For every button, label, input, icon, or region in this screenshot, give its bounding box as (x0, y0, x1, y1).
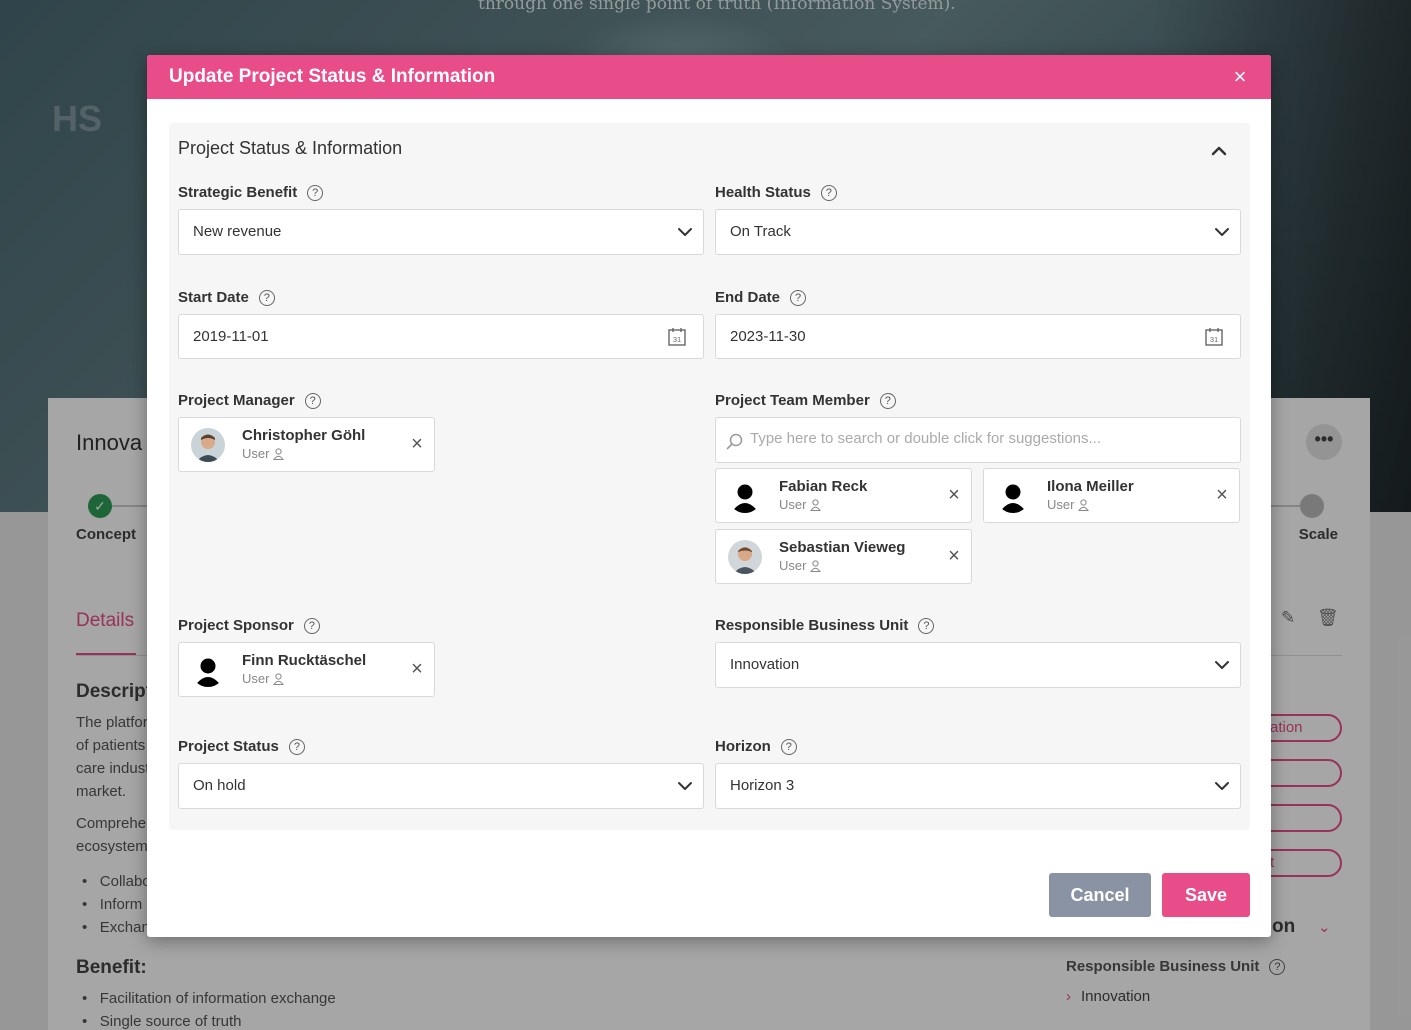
remove-icon[interactable]: × (408, 658, 426, 680)
help-icon[interactable]: ? (303, 618, 320, 634)
avatar-photo (191, 428, 225, 462)
chevron-up-icon[interactable] (1208, 140, 1230, 162)
team-member-search[interactable] (715, 417, 1241, 463)
dialog-header: Update Project Status & Information × (147, 55, 1271, 99)
update-project-dialog: Update Project Status & Information × Pr… (147, 55, 1271, 937)
team-member-chip[interactable]: Ilona Meiller User × (983, 468, 1240, 523)
strategic-benefit-select[interactable]: New revenue (178, 209, 704, 255)
project-manager-chip[interactable]: Christopher Göhl User × (178, 417, 435, 472)
chevron-down-icon (678, 782, 692, 790)
project-team-member-label: Project Team Member? (715, 392, 896, 409)
save-button[interactable]: Save (1162, 873, 1250, 917)
cancel-button[interactable]: Cancel (1049, 873, 1151, 917)
help-icon[interactable]: ? (918, 618, 935, 634)
health-status-label: Health Status? (715, 184, 837, 201)
remove-icon[interactable]: × (1213, 484, 1231, 506)
help-icon[interactable]: ? (304, 393, 321, 409)
svg-text:31: 31 (1210, 335, 1218, 344)
avatar-placeholder-icon (191, 653, 225, 687)
help-icon[interactable]: ? (288, 739, 305, 755)
calendar-icon[interactable]: 31 (667, 327, 687, 347)
user-icon (810, 560, 822, 572)
project-status-select[interactable]: On hold (178, 763, 704, 809)
svg-text:31: 31 (673, 335, 681, 344)
avatar-photo (728, 540, 762, 574)
select-value: On Track (730, 223, 791, 240)
person-name: Finn Rucktäschel (242, 652, 367, 669)
project-status-section: Project Status & Information Strategic B… (169, 123, 1250, 830)
help-icon[interactable]: ? (307, 185, 324, 201)
search-icon (726, 433, 743, 450)
horizon-label: Horizon? (715, 738, 797, 755)
select-value: New revenue (193, 223, 282, 240)
chevron-down-icon (1215, 661, 1229, 669)
strategic-benefit-label: Strategic Benefit? (178, 184, 324, 201)
team-member-chip[interactable]: Sebastian Vieweg User × (715, 529, 972, 584)
health-status-select[interactable]: On Track (715, 209, 1241, 255)
person-role: User (779, 558, 822, 573)
person-name: Fabian Reck (779, 478, 868, 495)
chevron-down-icon (1215, 782, 1229, 790)
user-icon (1078, 499, 1090, 511)
person-role: User (242, 671, 285, 686)
calendar-icon[interactable]: 31 (1204, 327, 1224, 347)
user-icon (273, 448, 285, 460)
person-role: User (1047, 497, 1090, 512)
person-role: User (242, 446, 285, 461)
user-icon (810, 499, 822, 511)
date-value: 2023-11-30 (730, 328, 806, 345)
select-value: Innovation (730, 656, 800, 673)
project-sponsor-label: Project Sponsor? (178, 617, 320, 634)
person-name: Ilona Meiller (1047, 478, 1134, 495)
chevron-down-icon (678, 228, 692, 236)
project-manager-label: Project Manager? (178, 392, 321, 409)
close-icon[interactable]: × (1227, 64, 1253, 90)
help-icon[interactable]: ? (780, 739, 797, 755)
responsible-business-unit-label: Responsible Business Unit? (715, 617, 935, 634)
responsible-business-unit-select[interactable]: Innovation (715, 642, 1241, 688)
remove-icon[interactable]: × (945, 484, 963, 506)
section-title: Project Status & Information (178, 138, 403, 158)
help-icon[interactable]: ? (820, 185, 837, 201)
end-date-label: End Date? (715, 289, 807, 306)
help-icon[interactable]: ? (879, 393, 896, 409)
remove-icon[interactable]: × (408, 433, 426, 455)
end-date-input[interactable]: 2023-11-30 31 (715, 314, 1241, 359)
help-icon[interactable]: ? (258, 290, 275, 306)
person-name: Christopher Göhl (242, 427, 366, 444)
team-member-search-input[interactable] (750, 430, 1230, 447)
select-value: Horizon 3 (730, 777, 795, 794)
project-sponsor-chip[interactable]: Finn Rucktäschel User × (178, 642, 435, 697)
select-value: On hold (193, 777, 246, 794)
avatar-placeholder-icon (728, 479, 762, 513)
remove-icon[interactable]: × (945, 545, 963, 567)
chevron-down-icon (1215, 228, 1229, 236)
team-member-chip[interactable]: Fabian Reck User × (715, 468, 972, 523)
help-icon[interactable]: ? (790, 290, 807, 306)
date-value: 2019-11-01 (193, 328, 269, 345)
start-date-label: Start Date? (178, 289, 275, 306)
person-role: User (779, 497, 822, 512)
user-icon (273, 673, 285, 685)
avatar-placeholder-icon (996, 479, 1030, 513)
project-status-label: Project Status? (178, 738, 305, 755)
start-date-input[interactable]: 2019-11-01 31 (178, 314, 704, 359)
person-name: Sebastian Vieweg (779, 539, 906, 556)
dialog-title: Update Project Status & Information (169, 66, 496, 87)
horizon-select[interactable]: Horizon 3 (715, 763, 1241, 809)
